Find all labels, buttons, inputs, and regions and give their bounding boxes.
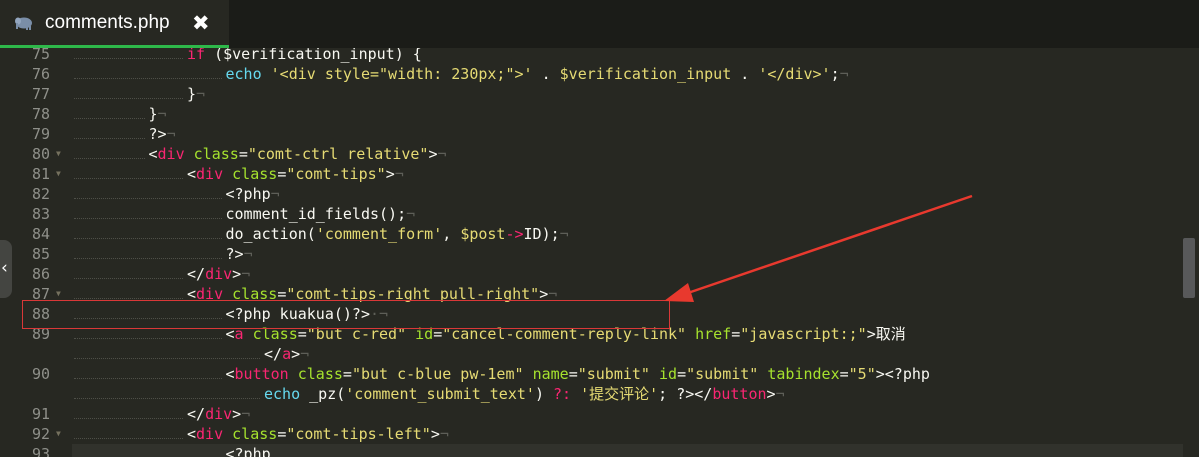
annotation-arrow	[664, 194, 973, 302]
